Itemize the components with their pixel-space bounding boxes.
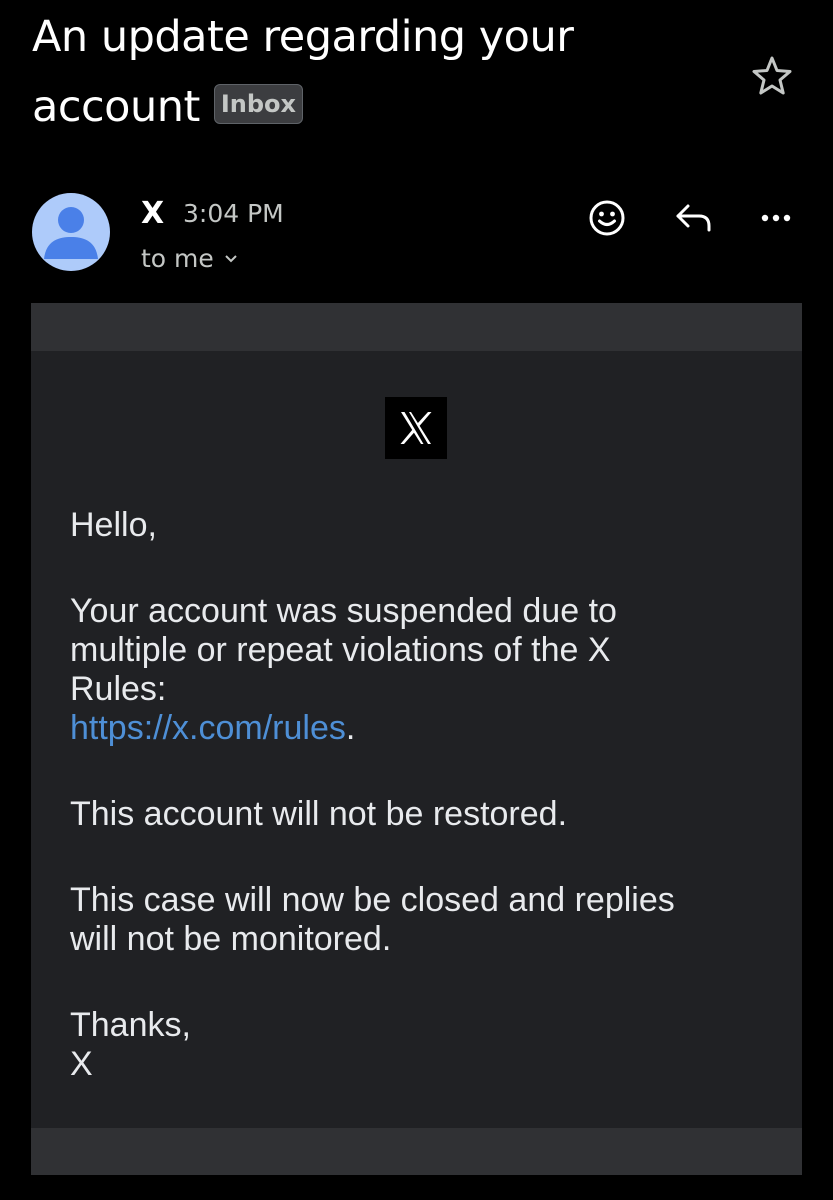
suspension-paragraph: Your account was suspended due to multip… [70, 592, 770, 748]
rules-link[interactable]: https://x.com/rules [70, 709, 346, 747]
chevron-down-icon [225, 255, 237, 263]
case-closed-paragraph: This case will now be closed and replies… [70, 881, 770, 959]
greeting: Hello, [70, 506, 157, 544]
email-body: Hello, Your account was suspended due to… [31, 351, 802, 1128]
signature: X [70, 1045, 93, 1083]
subject-line-1: An update regarding your [32, 12, 574, 62]
x-logo-icon [400, 412, 432, 444]
signoff-paragraph: Thanks, X [70, 1006, 770, 1084]
rules-link-line: https://x.com/rules. [70, 709, 770, 748]
signoff: Thanks, [70, 1006, 191, 1044]
email-time: 3:04 PM [183, 199, 284, 228]
person-avatar-icon [44, 207, 98, 259]
email-message: Hello, Your account was suspended due to… [70, 506, 770, 1131]
emoji-reaction-icon[interactable] [585, 196, 629, 240]
recipient-label: to me [141, 244, 214, 273]
recipient-toggle[interactable]: to me [141, 242, 238, 276]
para1-line3: Rules: [70, 670, 167, 708]
inbox-label-badge[interactable]: Inbox [213, 83, 303, 124]
sender-name: X [141, 196, 165, 231]
para3-line2: will not be monitored. [70, 920, 392, 958]
reply-icon[interactable] [671, 196, 715, 240]
sender-avatar[interactable] [32, 193, 110, 271]
email-body-card: Hello, Your account was suspended due to… [31, 303, 802, 1175]
subject-line-2-text: account [32, 82, 200, 132]
para1-line1: Your account was suspended due to [70, 592, 617, 630]
more-horizontal-icon[interactable] [754, 196, 798, 240]
subject-line-2: account Inbox [32, 72, 732, 142]
para3-line1: This case will now be closed and replies [70, 881, 675, 919]
x-logo [385, 397, 447, 459]
email-subject: An update regarding your account Inbox [32, 2, 732, 142]
star-icon[interactable] [748, 52, 796, 100]
rules-link-suffix: . [345, 709, 356, 747]
not-restored-paragraph: This account will not be restored. [70, 795, 568, 833]
para1-line2: multiple or repeat violations of the X [70, 631, 611, 669]
